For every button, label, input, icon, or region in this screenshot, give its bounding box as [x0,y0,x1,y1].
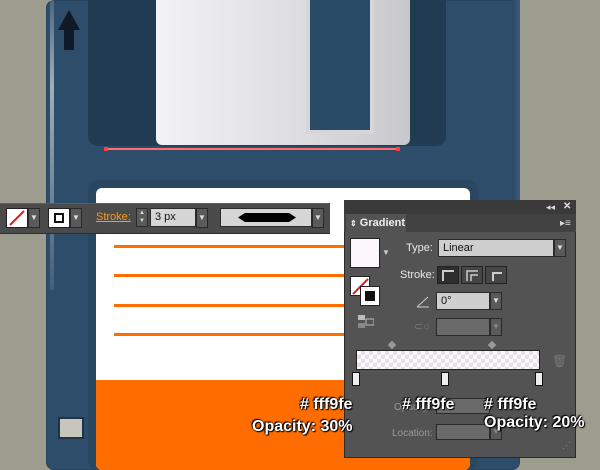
stroke-weight-dropdown[interactable]: ▼ [196,208,208,228]
aspect-ratio-icon: ⊂○ [414,321,430,333]
close-icon[interactable]: ✕ [563,201,571,212]
variable-width-profile[interactable] [220,208,312,227]
gradient-stop[interactable] [352,372,360,386]
tab-gradient-label: Gradient [359,217,405,229]
panel-menu-icon[interactable]: ▸≡ [560,218,571,229]
stroke-indicator-center [365,291,375,301]
aspect-ratio-dropdown: ▼ [490,318,502,336]
stroke-dropdown-button[interactable]: ▼ [70,208,82,228]
resize-grip-icon[interactable]: ⋰ [562,440,571,451]
arrow-up-icon [58,10,80,30]
location-label: Location: [392,428,433,439]
shutter-window [310,0,370,130]
chevron-down-icon: ▼ [492,322,500,331]
gradient-swatch-icon[interactable] [350,238,380,268]
stroke-swatch[interactable] [48,208,70,228]
reverse-gradient-icon[interactable] [358,315,375,329]
fill-stroke-toggle-icon[interactable] [350,276,382,308]
gradient-stop[interactable] [535,372,543,386]
type-dropdown[interactable]: ▼ [554,239,566,257]
disk-edge-highlight [50,0,54,290]
chevron-down-icon: ▼ [198,213,206,222]
profile-dropdown[interactable]: ▼ [312,208,324,228]
location-field[interactable] [436,424,490,440]
tab-arrows-icon: ⇕ [350,219,357,228]
angle-dropdown[interactable]: ▼ [490,292,502,310]
width-profile-shape [238,213,296,222]
stroke-swatch-icon [54,213,64,223]
anchor-point-left[interactable] [104,147,108,151]
trash-icon[interactable]: 🗑 [552,354,567,368]
chevron-down-icon[interactable]: ▼ [382,248,390,257]
none-fill-icon [9,210,25,226]
stroke-weight-field[interactable]: 3 px [150,208,196,227]
chevron-down-icon: ▼ [492,296,500,305]
angle-icon [416,295,430,313]
write-protect-tab [58,417,84,439]
type-select[interactable]: Linear [438,239,554,257]
stroke-weight-stepper[interactable]: ▲ ▼ [136,208,148,227]
gradient-stop[interactable] [441,372,449,386]
stroke-indicator [360,286,380,306]
stop3-opacity-annotation: Opacity: 20% [484,414,585,431]
fill-dropdown-button[interactable]: ▼ [28,208,40,228]
stroke-across-icon[interactable] [485,266,507,284]
stroke-type-label: Stroke: [400,269,435,281]
chevron-down-icon: ▼ [72,213,80,222]
stop1-color-annotation: # fff9fe [300,396,353,413]
fill-swatch[interactable] [6,208,28,228]
anchor-point-right[interactable] [396,147,400,151]
stroke-within-icon[interactable] [437,266,459,284]
aspect-ratio-field [436,318,490,336]
stop1-opacity-annotation: Opacity: 30% [252,418,353,435]
collapse-icon[interactable]: ◂◂ [546,202,555,213]
arrow-up-icon-shaft [64,30,74,50]
stroke-panel-link[interactable]: Stroke: [96,211,131,223]
stop3-color-annotation: # fff9fe [484,396,537,413]
selected-path[interactable] [106,148,398,150]
tab-gradient[interactable]: ⇕ Gradient [346,214,406,232]
chevron-down-icon: ▼ [30,213,38,222]
stroke-along-icon[interactable] [461,266,483,284]
type-label: Type: [406,242,433,254]
panel-title-bar[interactable] [344,200,576,214]
gradient-slider[interactable] [356,350,540,370]
stop2-color-annotation: # fff9fe [402,396,455,413]
chevron-down-icon: ▼ [314,213,322,222]
angle-field[interactable]: 0° [436,292,490,310]
chevron-down-icon: ▼ [556,243,564,252]
